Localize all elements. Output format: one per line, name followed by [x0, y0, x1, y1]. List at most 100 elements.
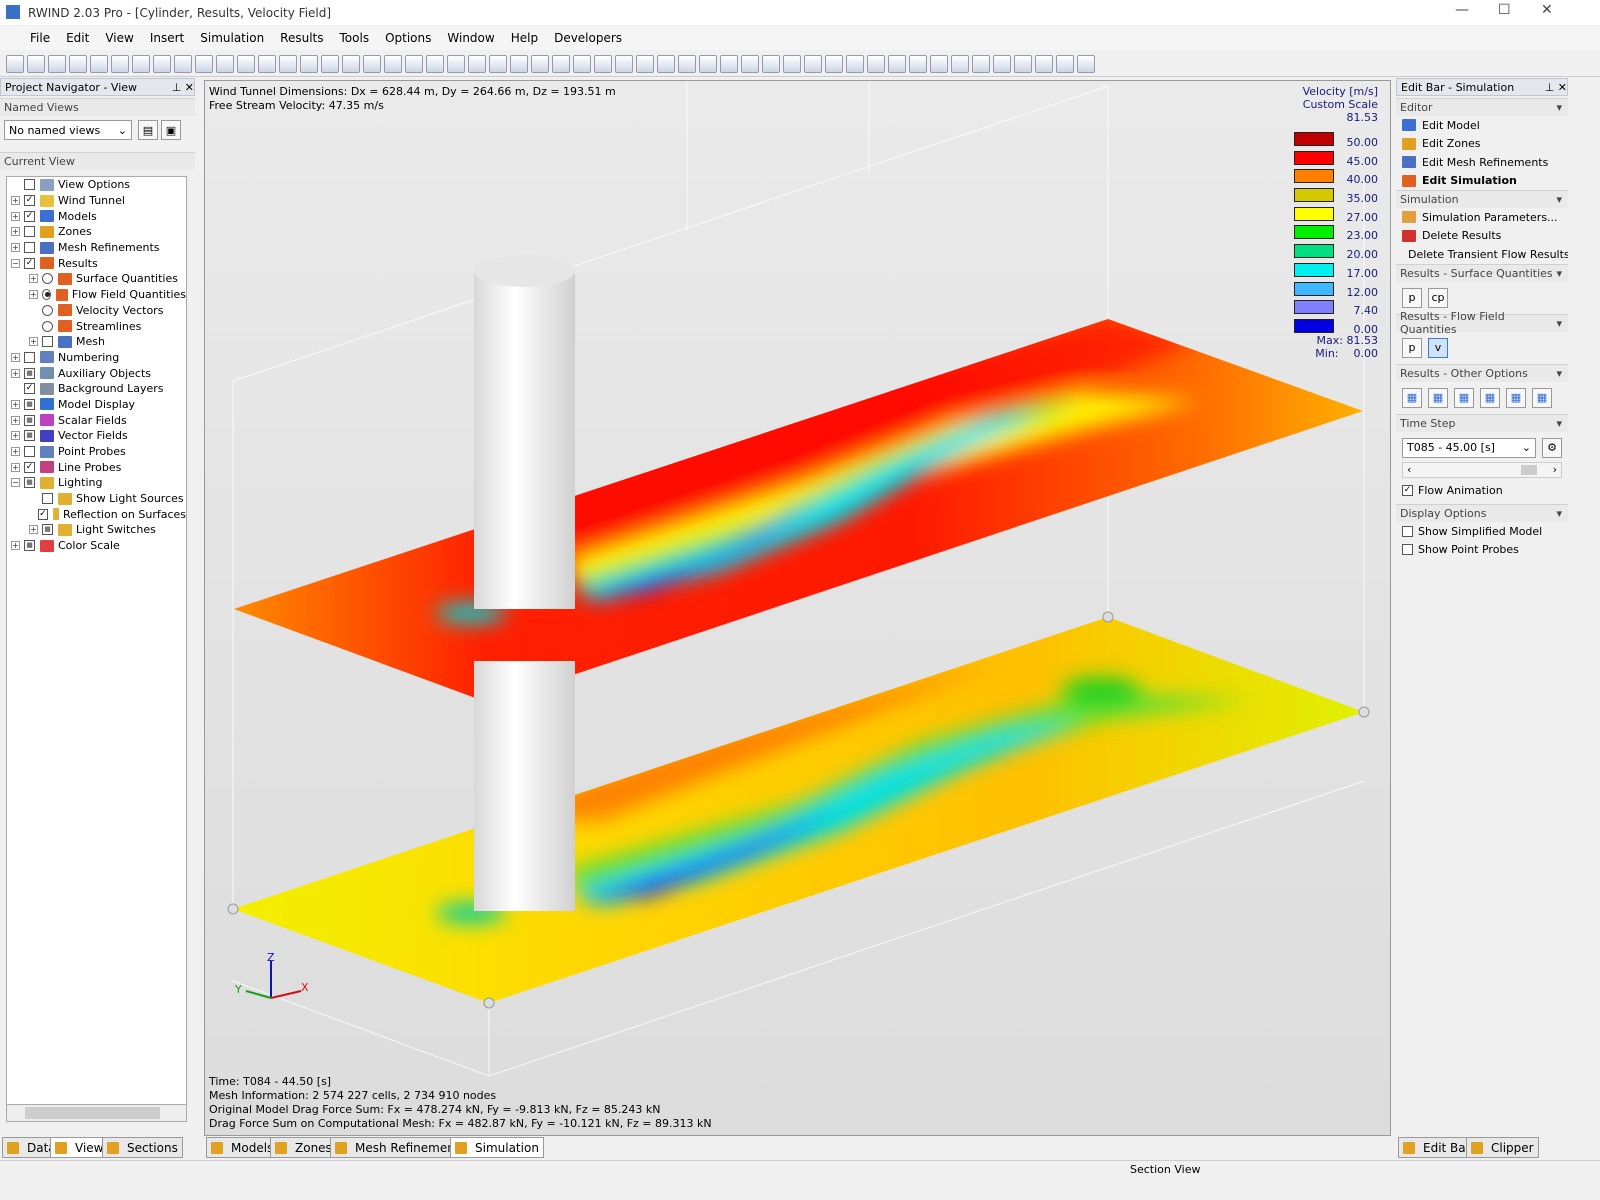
tree-item[interactable]: ✓ Reflection on Surfaces [7, 506, 186, 522]
pin-close-icons[interactable]: ⊥ ✕ [172, 81, 194, 94]
tree-item[interactable]: + Mesh Refinements [7, 240, 186, 256]
checkbox[interactable]: ✓ [24, 461, 35, 473]
tree-item[interactable]: + ✓ Wind Tunnel [7, 193, 186, 209]
tree-item[interactable]: Show Light Sources [7, 491, 186, 507]
toolbar-button-icon[interactable] [804, 54, 822, 73]
toolbar-button-icon[interactable] [867, 54, 885, 73]
expand-toggle-icon[interactable]: + [11, 462, 20, 472]
expand-toggle-icon[interactable]: + [11, 431, 20, 441]
tab-view[interactable]: View [50, 1137, 109, 1158]
menu-results[interactable]: Results [280, 31, 323, 45]
section-view-status[interactable]: Section View [1130, 1163, 1200, 1176]
toolbar-button-icon[interactable] [300, 54, 318, 73]
flow-animation-checkbox[interactable]: ✓ Flow Animation [1396, 482, 1568, 501]
maximize-button[interactable]: ☐ [1498, 2, 1511, 18]
toolbar-button-icon[interactable] [426, 54, 444, 73]
toolbar-button-icon[interactable] [510, 54, 528, 73]
toolbar-button-icon[interactable] [90, 54, 108, 73]
expand-toggle-icon[interactable]: − [11, 478, 20, 488]
checkbox[interactable] [42, 336, 53, 348]
radio-button[interactable] [42, 273, 53, 285]
editor-item[interactable]: Edit Mesh Refinements [1396, 153, 1568, 172]
tree-item[interactable]: + Point Probes [7, 444, 186, 460]
toolbar-button-icon[interactable] [1056, 54, 1074, 73]
tree-item[interactable]: ✓ Background Layers [7, 381, 186, 397]
expand-toggle-icon[interactable]: + [11, 196, 20, 206]
flow-p-button[interactable]: p [1402, 337, 1422, 358]
checkbox[interactable]: ■ [24, 398, 35, 410]
expand-toggle-icon[interactable]: + [11, 211, 20, 221]
checkbox[interactable]: ■ [24, 477, 35, 489]
tree-item[interactable]: View Options [7, 177, 186, 193]
expand-toggle-icon[interactable]: + [11, 541, 20, 551]
editor-section[interactable]: Editor ▾ [1396, 98, 1568, 116]
checkbox[interactable] [24, 226, 35, 238]
toolbar-button-icon[interactable] [384, 54, 402, 73]
expand-toggle-icon[interactable]: + [11, 243, 20, 253]
checkbox[interactable]: ✓ [24, 383, 35, 395]
simulation-item[interactable]: Delete Results [1396, 227, 1568, 246]
toolbar-button-icon[interactable] [1035, 54, 1053, 73]
toolbar-button-icon[interactable] [447, 54, 465, 73]
expand-toggle-icon[interactable]: + [29, 274, 38, 284]
tree-item[interactable]: + Mesh [7, 334, 186, 350]
toolbar-button-icon[interactable] [321, 54, 339, 73]
tree-item[interactable]: + Flow Field Quantities [7, 287, 186, 303]
toolbar-button-icon[interactable] [132, 54, 150, 73]
tree-item[interactable]: − ■ Lighting [7, 475, 186, 491]
other-options-section[interactable]: Results - Other Options ▾ [1396, 363, 1568, 382]
expand-toggle-icon[interactable]: + [11, 227, 20, 237]
menu-help[interactable]: Help [511, 31, 538, 45]
tab-simulation[interactable]: Simulation [450, 1137, 544, 1158]
toolbar-button-icon[interactable] [279, 54, 297, 73]
tree-item[interactable]: + ✓ Models [7, 208, 186, 224]
checkbox[interactable]: ■ [24, 367, 35, 379]
toolbar-button-icon[interactable] [489, 54, 507, 73]
flow-v-button[interactable]: v [1428, 337, 1448, 358]
toolbar-button-icon[interactable] [615, 54, 633, 73]
toolbar-button-icon[interactable] [741, 54, 759, 73]
toolbar-button-icon[interactable] [993, 54, 1011, 73]
checkbox[interactable]: ✓ [24, 210, 35, 222]
toolbar-button-icon[interactable] [720, 54, 738, 73]
result-option-button[interactable]: ▦ [1506, 387, 1526, 408]
3d-viewport[interactable]: Z X Y Wind Tunnel Dimensions: Dx = 628.4… [204, 80, 1391, 1136]
toolbar-button-icon[interactable] [552, 54, 570, 73]
tree-item[interactable]: + Zones [7, 224, 186, 240]
toolbar-button-icon[interactable] [1014, 54, 1032, 73]
expand-toggle-icon[interactable]: + [29, 290, 38, 300]
tab-clipper[interactable]: Clipper [1466, 1137, 1539, 1158]
menu-tools[interactable]: Tools [340, 31, 370, 45]
toolbar-button-icon[interactable] [699, 54, 717, 73]
pin-close-icons[interactable]: ⊥ ✕ [1545, 81, 1567, 94]
menu-insert[interactable]: Insert [150, 31, 184, 45]
time-step-select[interactable]: T085 - 45.00 [s] ⌄ [1402, 437, 1536, 458]
menu-edit[interactable]: Edit [66, 31, 89, 45]
toolbar-button-icon[interactable] [405, 54, 423, 73]
simulation-item[interactable]: Delete Transient Flow Results... [1396, 245, 1568, 264]
tree-item[interactable]: + ■ Vector Fields [7, 428, 186, 444]
menu-view[interactable]: View [105, 31, 133, 45]
result-option-button[interactable]: ▦ [1402, 387, 1422, 408]
expand-toggle-icon[interactable]: + [11, 415, 20, 425]
show-simplified-model-checkbox[interactable]: Show Simplified Model [1396, 522, 1568, 541]
tab-models[interactable]: Models [206, 1137, 279, 1158]
checkbox[interactable] [24, 242, 35, 254]
checkbox[interactable] [24, 179, 35, 191]
toolbar-button-icon[interactable] [657, 54, 675, 73]
toolbar-button-icon[interactable] [762, 54, 780, 73]
toolbar-button-icon[interactable] [888, 54, 906, 73]
named-views-select[interactable]: No named views ⌄ [4, 120, 132, 140]
tree-item[interactable]: Velocity Vectors [7, 303, 186, 319]
expand-toggle-icon[interactable]: + [11, 399, 20, 409]
result-option-button[interactable]: ▦ [1532, 387, 1552, 408]
toolbar-button-icon[interactable] [27, 54, 45, 73]
tree-item[interactable]: + Surface Quantities [7, 271, 186, 287]
expand-toggle-icon[interactable]: + [29, 525, 38, 535]
toolbar-button-icon[interactable] [111, 54, 129, 73]
result-option-button[interactable]: ▦ [1480, 387, 1500, 408]
toolbar-button-icon[interactable] [468, 54, 486, 73]
tree-item[interactable]: + ■ Auxiliary Objects [7, 365, 186, 381]
toolbar-button-icon[interactable] [258, 54, 276, 73]
checkbox[interactable]: ■ [42, 524, 53, 536]
